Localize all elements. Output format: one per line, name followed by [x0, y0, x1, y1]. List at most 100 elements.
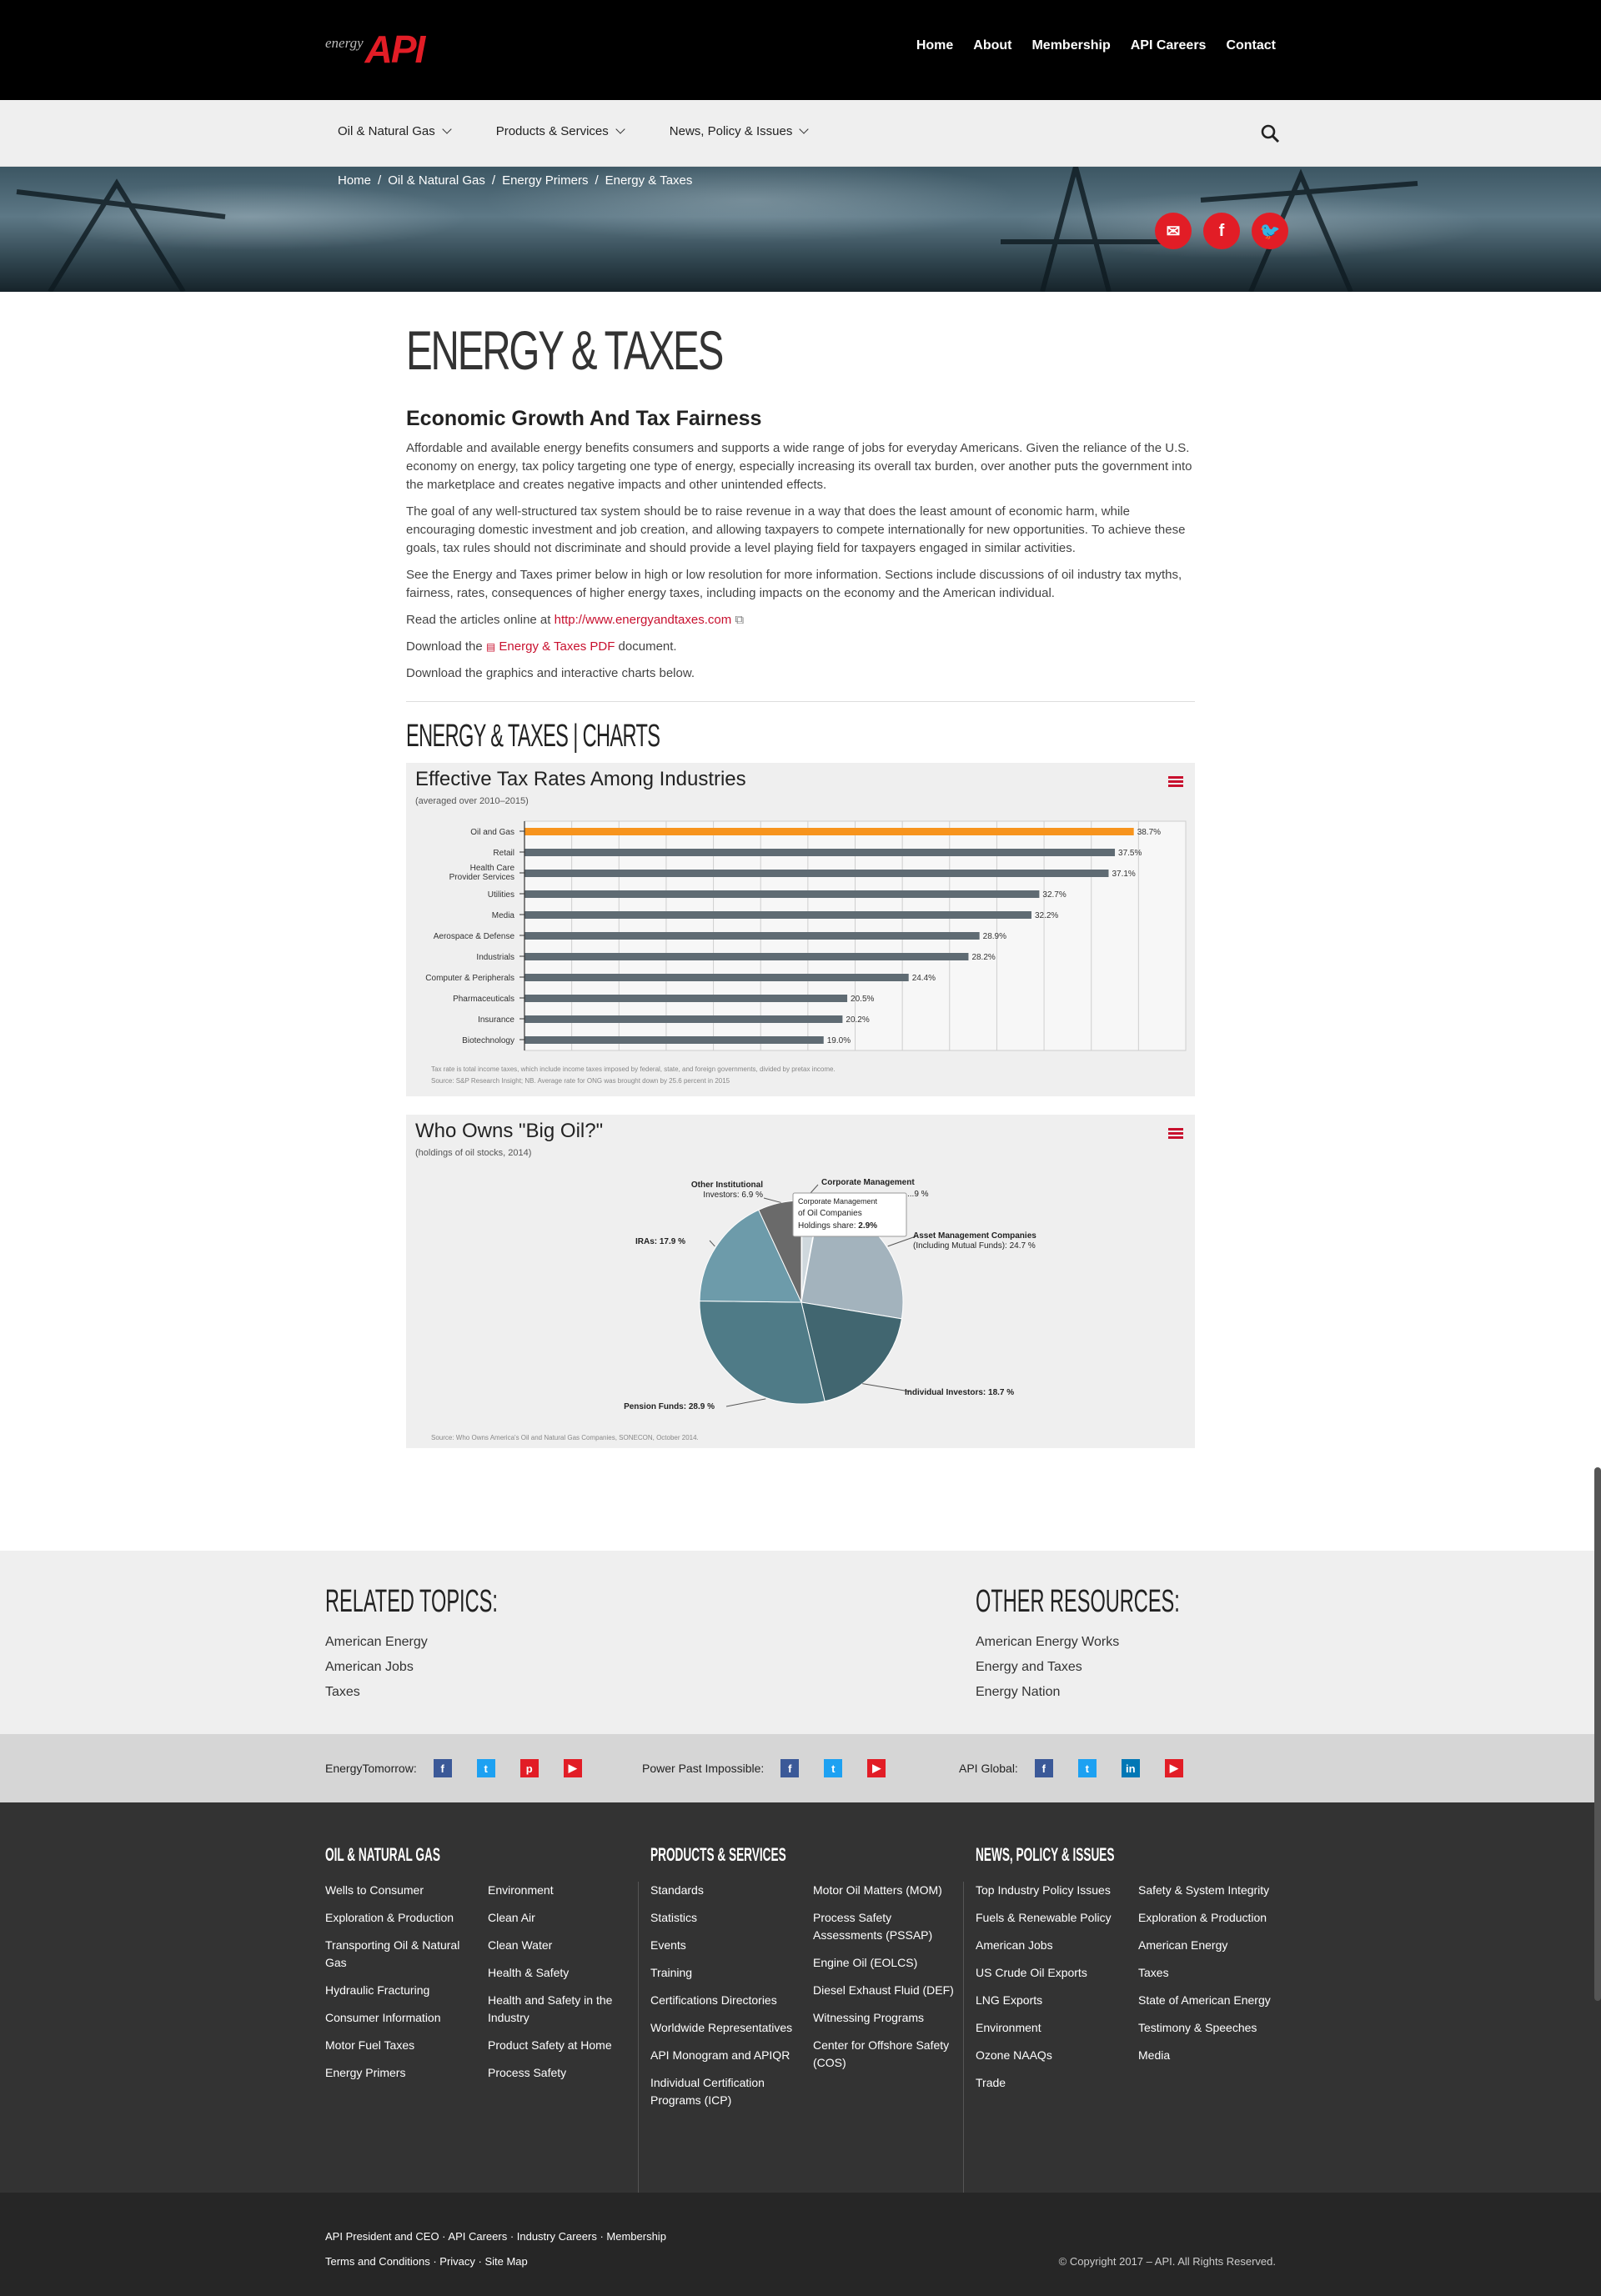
main-nav: Oil & Natural Gas Products & Services Ne… — [0, 100, 1601, 167]
bar — [524, 995, 848, 1002]
footer-link[interactable]: Motor Oil Matters (MOM) — [813, 1882, 963, 1899]
footer-link[interactable]: Process Safety Assessments (PSSAP) — [813, 1909, 963, 1944]
tooltip-line: Corporate Management — [798, 1197, 878, 1206]
related-item[interactable]: Taxes — [325, 1685, 604, 1700]
top-nav-contact[interactable]: Contact — [1226, 38, 1276, 53]
site-footer: OIL & NATURAL GAS Wells to Consumer Explo… — [0, 1802, 1601, 2198]
footer-link[interactable]: Hydraulic Fracturing — [325, 1982, 475, 1999]
footer-link[interactable]: Transporting Oil & Natural Gas — [325, 1937, 475, 1972]
footer-link[interactable]: API Monogram and APIQR — [650, 2047, 800, 2064]
breadcrumb-home[interactable]: Home — [338, 173, 371, 188]
footer-link[interactable]: Engine Oil (EOLCS) — [813, 1954, 963, 1972]
footer-link[interactable]: LNG Exports — [976, 1992, 1126, 2009]
youtube-icon[interactable]: ▶ — [1164, 1759, 1183, 1777]
related-topics: RELATED TOPICS: American Energy American… — [325, 1584, 604, 1700]
pie-label: Pension Funds: 28.9 % — [624, 1402, 715, 1411]
footer-link[interactable]: Taxes — [1138, 1964, 1288, 1982]
twitter-icon[interactable]: t — [476, 1759, 495, 1777]
footer-link[interactable]: Trade — [976, 2074, 1126, 2092]
footer-link[interactable]: Health & Safety — [488, 1964, 638, 1982]
facebook-icon[interactable]: f — [433, 1759, 452, 1777]
youtube-icon[interactable]: ▶ — [867, 1759, 886, 1777]
facebook-icon[interactable]: f — [780, 1759, 800, 1777]
bottom-links-2[interactable]: Terms and Conditions · Privacy · Site Ma… — [325, 2255, 528, 2268]
footer-link[interactable]: Health and Safety in the Industry — [488, 1992, 638, 2027]
footer-link[interactable]: Statistics — [650, 1909, 800, 1927]
top-nav-home[interactable]: Home — [916, 38, 953, 53]
footer-link[interactable]: Individual Certification Programs (ICP) — [650, 2074, 800, 2109]
footer-link[interactable]: State of American Energy — [1138, 1992, 1288, 2009]
footer-link[interactable]: Witnessing Programs — [813, 2009, 963, 2027]
footer-link[interactable]: Certifications Directories — [650, 1992, 800, 2009]
top-nav-membership[interactable]: Membership — [1031, 38, 1110, 53]
resources-heading: OTHER RESOURCES: — [976, 1584, 1180, 1619]
other-resources: OTHER RESOURCES: American Energy Works E… — [976, 1584, 1305, 1700]
footer-link[interactable]: Worldwide Representatives — [650, 2019, 800, 2037]
email-share-icon[interactable]: ✉ — [1155, 213, 1192, 249]
footer-link[interactable]: American Jobs — [976, 1937, 1126, 1954]
footer-link[interactable]: Fuels & Renewable Policy — [976, 1909, 1126, 1927]
footer-link[interactable]: American Energy — [1138, 1937, 1288, 1954]
data-label: 28.9% — [983, 932, 1006, 941]
footer-link[interactable]: US Crude Oil Exports — [976, 1964, 1126, 1982]
footer-link[interactable]: Wells to Consumer — [325, 1882, 475, 1899]
api-logo[interactable]: energy API — [325, 28, 425, 68]
social-label: EnergyTomorrow: — [325, 1762, 417, 1775]
resource-item[interactable]: Energy and Taxes — [976, 1660, 1305, 1675]
resource-item[interactable]: Energy Nation — [976, 1685, 1305, 1700]
footer-link[interactable]: Standards — [650, 1882, 800, 1899]
twitter-icon[interactable]: t — [824, 1759, 843, 1777]
footer-link[interactable]: Clean Water — [488, 1937, 638, 1954]
related-item[interactable]: American Energy — [325, 1635, 604, 1650]
top-bar: energy API Home About Membership API Car… — [0, 0, 1601, 100]
breadcrumb-oil-gas[interactable]: Oil & Natural Gas — [388, 173, 485, 188]
footer-link[interactable]: Motor Fuel Taxes — [325, 2037, 475, 2054]
share-buttons: ✉ f 🐦 — [1155, 213, 1288, 249]
chevron-down-icon — [799, 124, 809, 134]
footer-link[interactable]: Center for Offshore Safety (COS) — [813, 2037, 963, 2072]
footer-link[interactable]: Environment — [976, 2019, 1126, 2037]
facebook-share-icon[interactable]: f — [1203, 213, 1240, 249]
charts-heading: ENERGY & TAXES | CHARTS — [406, 719, 660, 754]
read-online-line: Read the articles online at http://www.e… — [406, 613, 745, 627]
linkedin-icon[interactable]: in — [1121, 1759, 1140, 1777]
youtube-icon[interactable]: ▶ — [563, 1759, 582, 1777]
search-icon[interactable] — [1260, 123, 1280, 143]
footer-link[interactable]: Clean Air — [488, 1909, 638, 1927]
related-item[interactable]: American Jobs — [325, 1660, 604, 1675]
footer-link[interactable]: Exploration & Production — [325, 1909, 475, 1927]
content-divider — [406, 701, 1195, 702]
footer-link[interactable]: Testimony & Speeches — [1138, 2019, 1288, 2037]
twitter-icon[interactable]: t — [1077, 1759, 1097, 1777]
bottom-links-1[interactable]: API President and CEO · API Careers · In… — [325, 2230, 666, 2243]
main-nav-news[interactable]: News, Policy & Issues — [670, 124, 809, 138]
breadcrumb-primers[interactable]: Energy Primers — [502, 173, 588, 188]
pdf-link[interactable]: Energy & Taxes PDF — [499, 639, 615, 654]
footer-link[interactable]: Top Industry Policy Issues — [976, 1882, 1126, 1899]
data-label: 37.1% — [1112, 870, 1135, 879]
footer-link[interactable]: Diesel Exhaust Fluid (DEF) — [813, 1982, 963, 1999]
graphics-line: Download the graphics and interactive ch… — [406, 666, 695, 680]
footer-link[interactable]: Events — [650, 1937, 800, 1954]
footer-link[interactable]: Media — [1138, 2047, 1288, 2064]
top-nav-about[interactable]: About — [973, 38, 1011, 53]
footer-link[interactable]: Ozone NAAQs — [976, 2047, 1126, 2064]
footer-link[interactable]: Environment — [488, 1882, 638, 1899]
resource-item[interactable]: American Energy Works — [976, 1635, 1305, 1650]
pinterest-icon[interactable]: p — [519, 1759, 539, 1777]
footer-link[interactable]: Energy Primers — [325, 2064, 475, 2082]
footer-link[interactable]: Process Safety — [488, 2064, 638, 2082]
footer-link[interactable]: Training — [650, 1964, 800, 1982]
twitter-share-icon[interactable]: 🐦 — [1252, 213, 1288, 249]
footer-link[interactable]: Exploration & Production — [1138, 1909, 1288, 1927]
main-nav-oil-gas[interactable]: Oil & Natural Gas — [338, 124, 452, 138]
footer-link[interactable]: Product Safety at Home — [488, 2037, 638, 2054]
main-nav-products[interactable]: Products & Services — [496, 124, 625, 138]
energyandtaxes-link[interactable]: http://www.energyandtaxes.com — [555, 613, 732, 627]
page-scrollbar[interactable] — [1594, 1467, 1601, 2001]
footer-link[interactable]: Safety & System Integrity — [1138, 1882, 1288, 1899]
data-label: 38.7% — [1137, 828, 1161, 837]
top-nav-careers[interactable]: API Careers — [1131, 38, 1207, 53]
facebook-icon[interactable]: f — [1034, 1759, 1053, 1777]
footer-link[interactable]: Consumer Information — [325, 2009, 475, 2027]
